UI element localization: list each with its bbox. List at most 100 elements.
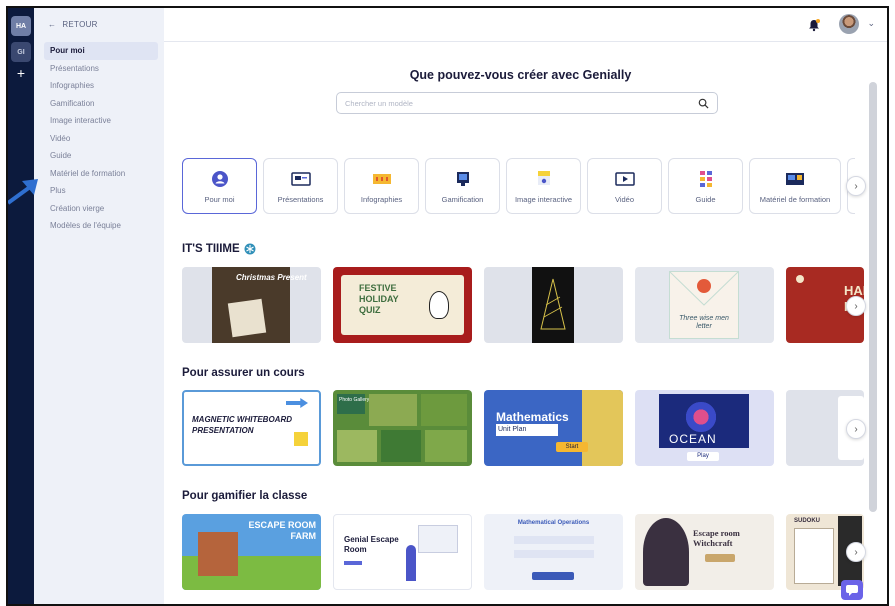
template-three-wise-men-letter[interactable]: Three wise men letter	[635, 267, 774, 343]
template-magnetic-whiteboard[interactable]: MAGNETIC WHITEBOARD PRESENTATION	[182, 390, 321, 466]
section-title-gamifier: Pour gamifier la classe	[182, 490, 308, 502]
chevron-right-icon: ›	[854, 423, 858, 435]
template-escape-room-farm[interactable]: ESCAPE ROOM FARM	[182, 514, 321, 590]
sidebar-item-guide[interactable]: Guide	[44, 147, 158, 165]
category-pour-moi[interactable]: Pour moi	[182, 158, 257, 214]
search-box	[336, 92, 718, 114]
holiday-next-button[interactable]: ›	[846, 296, 866, 316]
workspace-rail: HA GI +	[8, 8, 34, 604]
category-label: Vidéo	[614, 195, 635, 204]
user-avatar[interactable]	[839, 14, 859, 34]
category-materiel-de-formation[interactable]: Matériel de formation	[749, 158, 841, 214]
search-input[interactable]	[337, 93, 677, 114]
template-photo-gallery[interactable]: Photo Gallery	[333, 390, 472, 466]
training-material-icon	[784, 171, 806, 187]
template-christmas-present[interactable]: Christmas Present	[182, 267, 321, 343]
template-title: Christmas Present	[236, 273, 307, 282]
chevron-right-icon: ›	[854, 180, 858, 192]
category-image-interactive[interactable]: Image interactive	[506, 158, 581, 214]
sidebar-item-image-interactive[interactable]: Image interactive	[44, 112, 158, 130]
chevron-right-icon: ›	[854, 546, 858, 558]
category-label: Gamification	[441, 195, 484, 204]
interactive-image-icon	[533, 171, 555, 187]
main-content: Que pouvez-vous créer avec Genially Pour…	[164, 42, 877, 604]
snowflake-icon	[244, 243, 256, 255]
workspace-avatar-ha[interactable]: HA	[11, 16, 31, 36]
stamp-icon	[697, 279, 711, 293]
category-label: Image interactive	[514, 195, 573, 204]
video-icon	[614, 171, 636, 187]
sidebar-item-modeles-equipe[interactable]: Modèles de l'équipe	[44, 217, 158, 235]
template-genial-escape-room[interactable]: Genial Escape Room	[333, 514, 472, 590]
scrollbar[interactable]	[869, 82, 877, 512]
template-title: Mathematics	[496, 410, 569, 424]
gamifier-next-button[interactable]: ›	[846, 542, 866, 562]
guide-icon	[695, 171, 717, 187]
category-infographies[interactable]: Infographies	[344, 158, 419, 214]
template-title: Escape room Witchcraft	[693, 528, 740, 548]
template-title: ESCAPE ROOM FARM	[248, 520, 316, 541]
section-title-holiday: IT'S TIIIME	[182, 243, 256, 255]
back-label: RETOUR	[62, 20, 98, 29]
template-start-label: Start	[556, 442, 588, 452]
template-title: OCEAN	[669, 432, 717, 446]
category-label: Matériel de formation	[759, 195, 831, 204]
template-mathematics-unit-plan[interactable]: Mathematics Unit Plan Start	[484, 390, 623, 466]
template-title: Mathematical Operations	[517, 520, 590, 526]
template-play-label: Play	[687, 452, 719, 461]
sticky-note-icon	[294, 432, 308, 446]
template-title: SUDOKU	[794, 518, 821, 524]
template-row-cours: MAGNETIC WHITEBOARD PRESENTATION Photo G…	[182, 390, 864, 466]
category-presentations[interactable]: Présentations	[263, 158, 338, 214]
section-title-cours: Pour assurer un cours	[182, 367, 305, 379]
chat-support-button[interactable]	[841, 580, 863, 600]
template-christmas-tree[interactable]	[484, 267, 623, 343]
category-gamification[interactable]: Gamification	[425, 158, 500, 214]
person-icon	[406, 545, 416, 581]
sidebar: ← RETOUR Pour moi Présentations Infograp…	[34, 8, 164, 604]
snowman-icon	[429, 291, 449, 319]
arrow-left-icon: ←	[48, 20, 57, 29]
back-button[interactable]: ← RETOUR	[48, 20, 98, 29]
add-workspace-button[interactable]: +	[14, 66, 28, 80]
template-mathematical-operations[interactable]: Mathematical Operations	[484, 514, 623, 590]
arrow-right-icon	[286, 398, 308, 408]
sidebar-item-video[interactable]: Vidéo	[44, 130, 158, 148]
sidebar-item-infographies[interactable]: Infographies	[44, 77, 158, 95]
template-row-gamifier: ESCAPE ROOM FARM Genial Escape Room Math…	[182, 514, 864, 590]
tree-icon	[540, 278, 566, 330]
chevron-down-icon[interactable]: ⌄	[867, 18, 875, 29]
template-subtitle: Unit Plan	[498, 426, 527, 433]
template-title: FESTIVE HOLIDAY QUIZ	[359, 283, 399, 315]
sidebar-item-plus[interactable]: Plus	[44, 182, 158, 200]
category-label: Guide	[695, 195, 716, 204]
template-escape-room-witchcraft[interactable]: Escape room Witchcraft	[635, 514, 774, 590]
category-next-button[interactable]: ›	[846, 176, 866, 196]
chevron-right-icon: ›	[854, 300, 858, 312]
template-ocean[interactable]: OCEAN Play	[635, 390, 774, 466]
sidebar-item-pour-moi[interactable]: Pour moi	[44, 42, 158, 60]
app-window: HA GI + ← RETOUR Pour moi Présentations …	[6, 6, 889, 606]
template-title: Three wise men letter	[679, 315, 729, 330]
pointer-arrow-icon	[8, 179, 38, 205]
cours-next-button[interactable]: ›	[846, 419, 866, 439]
sidebar-item-gamification[interactable]: Gamification	[44, 95, 158, 113]
template-row-holiday: Christmas Present FESTIVE HOLIDAY QUIZ T…	[182, 267, 864, 343]
gamification-icon	[452, 171, 474, 187]
template-festive-holiday-quiz[interactable]: FESTIVE HOLIDAY QUIZ	[333, 267, 472, 343]
category-label: Présentations	[277, 195, 324, 204]
category-label: Pour moi	[204, 195, 235, 204]
farm-house-icon	[198, 532, 238, 576]
workspace-avatar-gi[interactable]: GI	[11, 42, 31, 62]
ornament-icon	[796, 275, 804, 283]
top-bar: ⌄	[164, 8, 887, 42]
category-guide[interactable]: Guide	[668, 158, 743, 214]
sidebar-item-materiel-de-formation[interactable]: Matériel de formation	[44, 165, 158, 183]
sidebar-item-presentations[interactable]: Présentations	[44, 60, 158, 78]
search-icon[interactable]	[698, 98, 709, 109]
template-title: Photo Gallery	[339, 397, 370, 403]
notification-bell-icon[interactable]	[807, 18, 821, 32]
sidebar-item-creation-vierge[interactable]: Création vierge	[44, 200, 158, 218]
user-icon	[209, 171, 231, 187]
category-video[interactable]: Vidéo	[587, 158, 662, 214]
